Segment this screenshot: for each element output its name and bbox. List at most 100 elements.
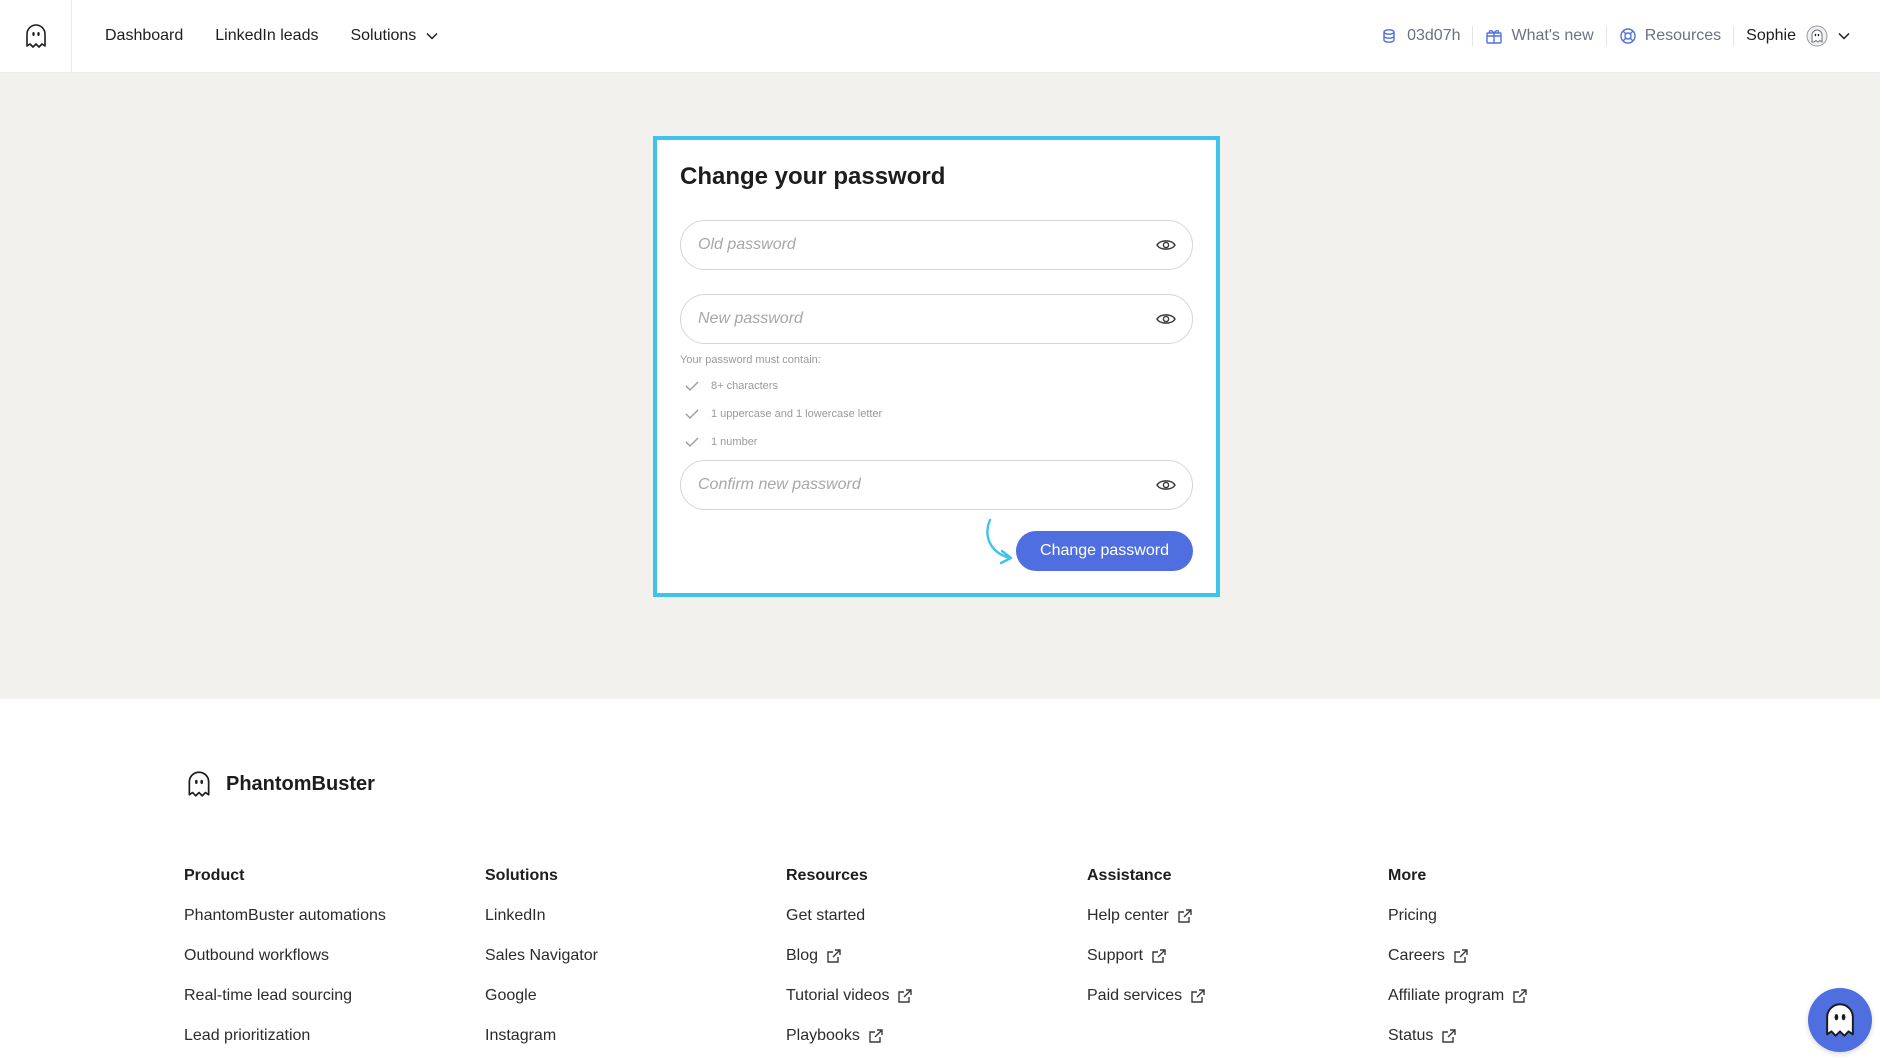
footer-link-label: Affiliate program xyxy=(1388,987,1505,1004)
nav-linkedin-leads-label: LinkedIn leads xyxy=(215,27,319,44)
nav-linkedin-leads[interactable]: LinkedIn leads xyxy=(215,27,318,45)
footer-link-label: Tutorial videos xyxy=(786,987,890,1004)
footer-link[interactable]: Pricing xyxy=(1388,906,1528,926)
new-password-input[interactable] xyxy=(698,310,1156,328)
footer-link[interactable]: Affiliate program xyxy=(1388,986,1528,1006)
external-link-icon xyxy=(827,949,841,963)
footer-link-label: Sales Navigator xyxy=(485,947,598,964)
external-link-icon xyxy=(1513,989,1527,1003)
footer-link-label: Outbound workflows xyxy=(184,947,329,964)
footer-link[interactable]: Real-time lead sourcing xyxy=(184,986,386,1006)
password-rule: 1 uppercase and 1 lowercase letter xyxy=(685,408,882,420)
footer-column-title: Solutions xyxy=(485,867,558,884)
footer-link-label: Blog xyxy=(786,947,819,964)
eye-icon[interactable] xyxy=(1156,478,1176,492)
external-link-icon xyxy=(1178,909,1192,923)
footer-link[interactable]: Google xyxy=(485,986,598,1006)
password-rule-text: 8+ characters xyxy=(711,380,778,392)
footer-column-assistance: Assistance Help center Support Paid service… xyxy=(1087,867,1206,1026)
avatar-ghost-icon xyxy=(1806,25,1828,47)
whats-new-link[interactable]: What's new xyxy=(1473,26,1607,46)
external-link-icon xyxy=(1454,949,1468,963)
old-password-field xyxy=(680,220,1193,270)
nav-solutions-dropdown[interactable]: Solutions xyxy=(350,27,438,45)
new-password-field xyxy=(680,294,1193,344)
footer-column-title: Product xyxy=(184,867,245,884)
footer-link[interactable]: Sales Navigator xyxy=(485,946,598,966)
confirm-password-input[interactable] xyxy=(698,476,1156,494)
external-link-icon xyxy=(898,989,913,1003)
footer-link-label: LinkedIn xyxy=(485,907,546,924)
check-icon xyxy=(685,381,699,391)
footer: PhantomBuster Product PhantomBuster autom… xyxy=(0,699,1880,1062)
ghost-logo-icon xyxy=(188,771,210,797)
footer-column-title: Resources xyxy=(786,867,868,884)
footer-link-label: Careers xyxy=(1388,947,1445,964)
nav-right: 03d07h What's new Resources Sophie xyxy=(1369,0,1880,73)
footer-link-label: Pricing xyxy=(1388,907,1437,924)
footer-link[interactable]: Outbound workflows xyxy=(184,946,386,966)
footer-link-label: Lead prioritization xyxy=(184,1027,311,1044)
footer-brand-name: PhantomBuster xyxy=(226,772,375,795)
external-link-icon xyxy=(1442,1029,1457,1043)
footer-link[interactable]: PhantomBuster automations xyxy=(184,906,386,926)
footer-column-solutions: Solutions LinkedIn Sales Navigator Google In… xyxy=(485,867,598,1062)
password-rule: 8+ characters xyxy=(685,380,778,392)
whats-new-label: What's new xyxy=(1511,27,1594,44)
old-password-input[interactable] xyxy=(698,236,1156,254)
card-title: Change your password xyxy=(680,163,946,190)
footer-link-label: Real-time lead sourcing xyxy=(184,987,353,1004)
chat-widget-button[interactable] xyxy=(1808,988,1872,1052)
nav-dashboard-label: Dashboard xyxy=(105,27,184,44)
footer-column-title: More xyxy=(1388,867,1427,884)
footer-link[interactable]: Blog xyxy=(786,946,913,966)
footer-link[interactable]: Playbooks xyxy=(786,1026,913,1046)
external-link-icon xyxy=(1152,949,1166,963)
eye-icon[interactable] xyxy=(1156,238,1176,252)
external-link-icon xyxy=(869,1029,883,1043)
footer-link-label: Support xyxy=(1087,947,1144,964)
home-logo[interactable] xyxy=(0,0,72,73)
curved-arrow-icon xyxy=(986,518,1013,565)
footer-link[interactable]: LinkedIn xyxy=(485,906,598,926)
nav-dashboard[interactable]: Dashboard xyxy=(105,27,183,45)
footer-link[interactable]: Help center xyxy=(1087,906,1206,926)
confirm-password-field xyxy=(680,460,1193,510)
nav-solutions-label: Solutions xyxy=(350,27,417,44)
chat-ghost-icon xyxy=(1826,1003,1854,1037)
footer-column-resources: Resources Get started Blog Tutorial videos P… xyxy=(786,867,913,1062)
footer-link-label: Help center xyxy=(1087,907,1169,924)
footer-link-label: PhantomBuster automations xyxy=(184,907,386,924)
main-nav: Dashboard LinkedIn leads Solutions xyxy=(105,27,438,45)
time-credits[interactable]: 03d07h xyxy=(1369,26,1474,46)
check-icon xyxy=(685,409,699,419)
footer-link-label: Instagram xyxy=(485,1027,557,1044)
password-rule-text: 1 number xyxy=(711,436,758,448)
footer-brand[interactable]: PhantomBuster xyxy=(184,769,375,799)
user-menu[interactable]: Sophie xyxy=(1734,25,1862,47)
footer-link[interactable]: Support xyxy=(1087,946,1206,966)
user-name: Sophie xyxy=(1746,27,1796,44)
footer-link-label: Playbooks xyxy=(786,1027,860,1044)
password-rules-title: Your password must contain: xyxy=(680,354,821,366)
eye-icon[interactable] xyxy=(1156,312,1176,326)
footer-column-more: More Pricing Careers Affiliate program Statu… xyxy=(1388,867,1528,1062)
footer-link[interactable]: Status xyxy=(1388,1026,1528,1046)
footer-link[interactable]: Tutorial videos xyxy=(786,986,913,1006)
change-password-button[interactable]: Change password xyxy=(1016,531,1193,571)
footer-link[interactable]: Instagram xyxy=(485,1026,598,1046)
footer-link[interactable]: Lead prioritization xyxy=(184,1026,386,1046)
chevron-down-icon xyxy=(426,32,438,40)
lifebuoy-icon xyxy=(1619,28,1636,44)
footer-link[interactable]: Get started xyxy=(786,906,913,926)
gift-icon xyxy=(1486,30,1503,44)
time-credits-value: 03d07h xyxy=(1407,27,1461,44)
resources-label: Resources xyxy=(1644,27,1722,44)
password-rule: 1 number xyxy=(685,436,757,448)
external-link-icon xyxy=(1191,989,1205,1003)
footer-link[interactable]: Careers xyxy=(1388,946,1528,966)
resources-link[interactable]: Resources xyxy=(1607,26,1735,46)
footer-link[interactable]: Paid services xyxy=(1087,986,1206,1006)
footer-link-label: Paid services xyxy=(1087,987,1183,1004)
change-password-card: Change your password Your password must … xyxy=(653,136,1220,597)
